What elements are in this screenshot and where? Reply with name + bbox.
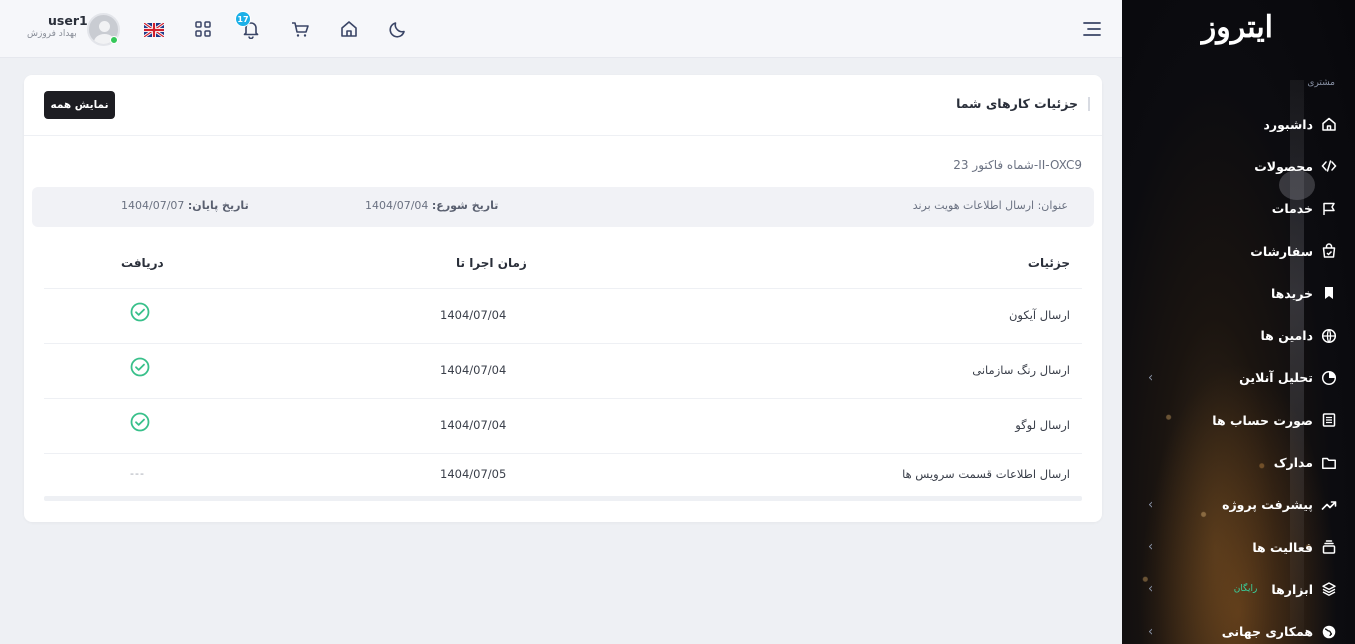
sidebar-item-purchases[interactable]: خریدها (1122, 272, 1355, 314)
home-icon (1321, 116, 1337, 132)
header-details: جزئیات (1027, 256, 1070, 270)
notification-badge: 17 (235, 11, 251, 27)
sidebar-item-label: دامین ها (1260, 328, 1313, 344)
table-row: ارسال لوگو 1404/07/04 (44, 398, 1082, 453)
task-details-card: جزئیات کارهای شما نمایش همه شماه فاکتور … (24, 75, 1102, 522)
uk-flag-icon[interactable] (143, 21, 165, 39)
free-badge: رایگان (1233, 584, 1258, 595)
subject-label: عنوان: (1037, 199, 1068, 212)
end-date-value: 1404/07/07 (121, 199, 185, 212)
sidebar-item-label: مدارک (1273, 455, 1313, 471)
chevron-left-icon: ‹ (1148, 370, 1154, 386)
row-details: ارسال لوگو (1015, 418, 1070, 432)
folder-icon (1321, 455, 1337, 471)
sidebar-item-activities[interactable]: فعالیت ها ‹ (1122, 526, 1355, 568)
sidebar-item-services[interactable]: خدمات (1122, 188, 1355, 230)
card-title: جزئیات کارهای شما (956, 96, 1078, 111)
row-date: 1404/07/04 (440, 418, 507, 432)
sidebar-item-label: خدمات (1271, 201, 1313, 217)
sidebar-item-products[interactable]: محصولات (1122, 145, 1355, 187)
layers-box-icon (1321, 539, 1337, 555)
row-details: ارسال رنگ سازمانی (972, 363, 1070, 377)
row-date: 1404/07/04 (440, 363, 507, 377)
table-row: ارسال رنگ سازمانی 1404/07/04 (44, 343, 1082, 398)
world-icon (1321, 624, 1337, 640)
sidebar-item-online-analysis[interactable]: تحلیل آنلاین ‹ (1122, 357, 1355, 399)
sidebar-item-project-progress[interactable]: پیشرفت پروژه ‹ (1122, 484, 1355, 526)
sidebar-item-label: داشبورد (1263, 116, 1313, 132)
top-header: 17 user1 بهداد فروزش (0, 0, 1122, 58)
card-divider (24, 135, 1102, 136)
code-icon (1321, 158, 1337, 174)
invoice-number: شماه فاکتور 23-II-OXC9 (953, 158, 1082, 172)
row-date: 1404/07/05 (440, 467, 507, 481)
sidebar-item-dashboard[interactable]: داشبورد (1122, 103, 1355, 145)
sidebar-item-label: محصولات (1254, 158, 1313, 174)
start-date-value: 1404/07/04 (365, 199, 429, 212)
check-circle-icon (130, 302, 150, 322)
table-scrollbar[interactable] (44, 496, 1082, 501)
title-accent-bar (1088, 97, 1090, 111)
show-all-button[interactable]: نمایش همه (44, 91, 115, 119)
sidebar-item-tools[interactable]: ابزارها رایگان ‹ (1122, 568, 1355, 610)
table-row: ارسال آیکون 1404/07/04 (44, 288, 1082, 343)
sidebar-item-label: صورت حساب ها (1212, 412, 1313, 428)
end-date-label: تاریخ پایان: (187, 199, 249, 212)
row-details: ارسال اطلاعات قسمت سرویس ها (902, 467, 1070, 481)
trending-up-icon (1321, 497, 1337, 513)
sidebar-item-label: سفارشات (1250, 243, 1313, 259)
header-run-time: زمان اجرا تا (456, 256, 527, 270)
row-details: ارسال آیکون (1008, 308, 1070, 322)
subject-info: عنوان: ارسال اطلاعات هویت برند (913, 199, 1068, 212)
chevron-left-icon: ‹ (1148, 539, 1154, 555)
sidebar-item-orders[interactable]: سفارشات (1122, 230, 1355, 272)
bookmark-icon (1321, 285, 1337, 301)
check-circle-icon (130, 412, 150, 432)
user-fullname: بهداد فروزش (27, 29, 77, 39)
sidebar: ایتروز مشتری داشبورد محصولات خدمات سفارش… (1122, 0, 1355, 644)
sidebar-item-label: تحلیل آنلاین (1239, 370, 1313, 386)
avatar-head (99, 21, 110, 32)
sidebar-item-global-cooperation[interactable]: همکاری جهانی ‹ (1122, 611, 1355, 644)
home-icon[interactable] (337, 17, 361, 41)
logo[interactable]: ایتروز (1202, 10, 1274, 45)
globe-icon (1321, 328, 1337, 344)
chevron-left-icon: ‹ (1148, 497, 1154, 513)
online-status-dot (110, 36, 118, 44)
subject-value: ارسال اطلاعات هویت برند (912, 199, 1035, 212)
sidebar-item-domains[interactable]: دامین ها (1122, 314, 1355, 356)
moon-icon[interactable] (386, 17, 410, 41)
start-date-info: تاریخ شورع: 1404/07/04 (365, 199, 498, 212)
stack-icon (1321, 581, 1337, 597)
sidebar-item-label: خریدها (1270, 285, 1313, 301)
sidebar-item-label: پیشرفت پروژه (1222, 497, 1313, 513)
chevron-left-icon: ‹ (1148, 624, 1154, 640)
grid-icon[interactable] (191, 17, 215, 41)
not-received-placeholder: --- (130, 467, 145, 480)
end-date-info: تاریخ پایان: 1404/07/07 (121, 199, 249, 212)
check-circle-icon (130, 357, 150, 377)
cart-icon[interactable] (288, 17, 312, 41)
sidebar-item-label: فعالیت ها (1252, 539, 1313, 555)
header-received: دریافت (121, 256, 164, 270)
username: user1 (48, 13, 88, 28)
task-info-bar: عنوان: ارسال اطلاعات هویت برند تاریخ شور… (32, 187, 1094, 227)
menu-icon[interactable] (1080, 17, 1104, 41)
sidebar-nav: داشبورد محصولات خدمات سفارشات خریدها دام… (1122, 103, 1355, 644)
sidebar-item-invoices[interactable]: صورت حساب ها (1122, 399, 1355, 441)
flag-icon (1321, 201, 1337, 217)
section-label: مشتری (1307, 78, 1335, 88)
invoice-icon (1321, 412, 1337, 428)
pie-chart-icon (1321, 370, 1337, 386)
sidebar-item-label: همکاری جهانی (1221, 624, 1313, 640)
sidebar-item-label: ابزارها (1271, 581, 1313, 597)
row-date: 1404/07/04 (440, 308, 507, 322)
start-date-label: تاریخ شورع: (431, 199, 499, 212)
sidebar-item-documents[interactable]: مدارک (1122, 441, 1355, 483)
table-row: ارسال اطلاعات قسمت سرویس ها 1404/07/05 -… (44, 453, 1082, 498)
chevron-left-icon: ‹ (1148, 581, 1154, 597)
shopping-bag-icon (1321, 243, 1337, 259)
